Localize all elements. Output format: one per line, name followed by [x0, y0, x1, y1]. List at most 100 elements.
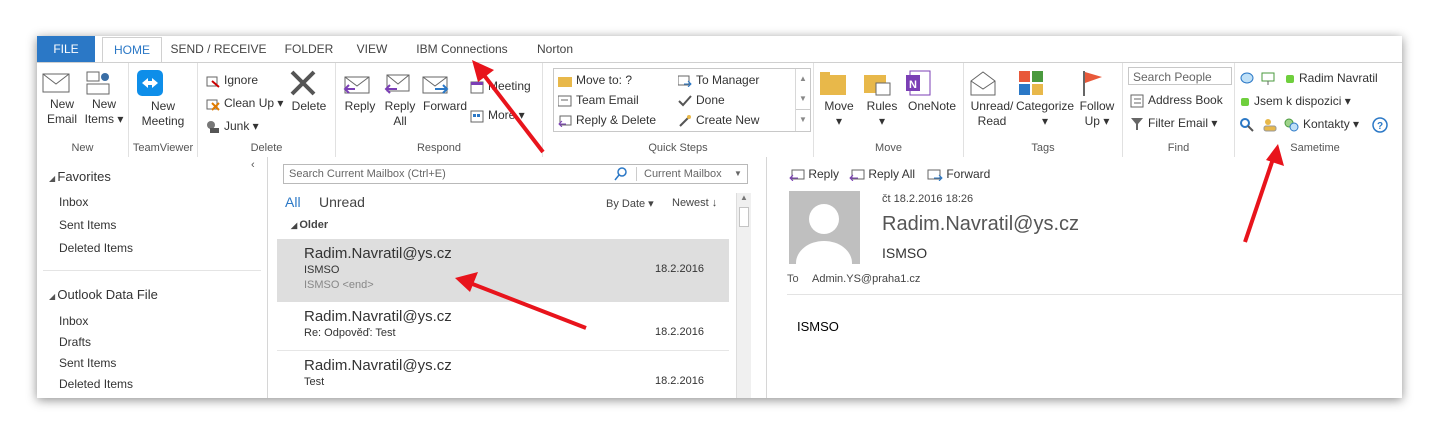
sametime-meeting-button[interactable]	[1262, 115, 1282, 133]
tab-send-receive[interactable]: SEND / RECEIVE	[167, 36, 270, 62]
group-label-find: Find	[1167, 142, 1190, 154]
presentation-icon-button[interactable]	[1261, 69, 1279, 87]
reply-delete-icon	[558, 115, 572, 127]
qs-move-to[interactable]: Move to: ?	[558, 71, 632, 89]
nav-item-inbox[interactable]: Inbox	[59, 195, 88, 209]
group-move: Move ▾ Rules ▾ N OneNote Move	[814, 63, 964, 157]
collapse-pane-icon[interactable]: ‹	[251, 159, 255, 171]
group-label-new: New	[71, 142, 94, 154]
move-button[interactable]: Move ▾	[818, 69, 860, 129]
scroll-thumb[interactable]	[739, 207, 749, 227]
nav-item-df-drafts[interactable]: Drafts	[59, 335, 91, 349]
data-file-header[interactable]: ◢ Outlook Data File	[49, 287, 158, 302]
message-sender: Radim.Navratil@ys.cz	[304, 245, 452, 262]
categorize-button[interactable]: Categorize ▾	[1016, 69, 1074, 129]
tab-folder[interactable]: FOLDER	[280, 36, 338, 62]
ignore-button[interactable]: Ignore	[206, 71, 258, 89]
scroll-up-icon[interactable]: ▲	[796, 69, 810, 89]
sametime-search-button[interactable]	[1240, 115, 1258, 133]
quick-steps-scroll[interactable]: ▲ ▼ ▼	[795, 69, 810, 131]
filter-email-button[interactable]: Filter Email ▾	[1130, 114, 1217, 132]
tab-file[interactable]: FILE	[37, 36, 95, 62]
chat-icon-button[interactable]	[1240, 69, 1258, 87]
scroll-up-icon[interactable]: ▲	[737, 193, 751, 205]
ignore-icon	[206, 74, 220, 88]
expand-gallery-icon[interactable]: ▼	[796, 109, 810, 130]
status-available-icon	[1240, 97, 1250, 107]
tab-home[interactable]: HOME	[102, 37, 162, 64]
scroll-down-icon[interactable]: ▼	[796, 89, 810, 109]
clean-up-button[interactable]: Clean Up ▾	[206, 94, 283, 112]
meeting-label: Meeting	[488, 79, 531, 93]
tab-norton[interactable]: Norton	[527, 36, 583, 62]
search-icon[interactable]	[614, 165, 628, 183]
reading-reply-button[interactable]: Reply	[789, 167, 839, 181]
help-button[interactable]: ?	[1372, 115, 1392, 133]
sametime-user[interactable]: Radim Navratil	[1285, 69, 1378, 87]
onenote-icon: N	[904, 69, 960, 97]
qs-done-label: Done	[696, 93, 725, 107]
reading-reply-all-button[interactable]: Reply All	[849, 167, 915, 181]
qs-reply-delete[interactable]: Reply & Delete	[558, 111, 656, 129]
message-row[interactable]: Radim.Navratil@ys.cz Test 18.2.2016	[277, 351, 729, 398]
message-date: 18.2.2016	[655, 326, 704, 338]
address-book-button[interactable]: Address Book	[1130, 91, 1223, 109]
qs-create-new[interactable]: Create New	[678, 111, 759, 129]
nav-item-df-sent[interactable]: Sent Items	[59, 356, 116, 370]
search-scope-dropdown[interactable]: Current Mailbox	[644, 165, 722, 183]
forward-button[interactable]: Forward	[421, 69, 469, 114]
mailbox-search-input[interactable]: Search Current Mailbox (Ctrl+E)	[289, 165, 446, 183]
sort-by-dropdown[interactable]: By Date ▾	[606, 197, 654, 210]
delete-button[interactable]: Delete	[288, 69, 330, 114]
status-green-icon	[1285, 74, 1295, 84]
reading-sender[interactable]: Radim.Navratil@ys.cz	[882, 213, 1079, 236]
new-email-button[interactable]: New Email	[41, 69, 83, 127]
onenote-button[interactable]: N OneNote	[904, 69, 960, 114]
unread-read-button[interactable]: Unread/ Read	[968, 69, 1016, 129]
reply-button[interactable]: Reply	[341, 69, 379, 114]
reply-label: Reply	[344, 99, 376, 113]
group-header-older[interactable]: ◢ Older	[291, 219, 328, 231]
scope-dropdown-icon[interactable]: ▼	[734, 165, 742, 183]
filter-all-tab[interactable]: All	[285, 194, 301, 210]
message-list-scrollbar[interactable]: ▲	[736, 193, 751, 398]
forward-icon	[927, 169, 943, 181]
qs-done[interactable]: Done	[678, 91, 725, 109]
rules-button[interactable]: Rules ▾	[862, 69, 902, 129]
people-icon	[1262, 118, 1278, 132]
favorites-header[interactable]: ◢ Favorites	[49, 169, 111, 184]
nav-item-df-inbox[interactable]: Inbox	[59, 314, 88, 328]
nav-item-sent[interactable]: Sent Items	[59, 218, 116, 232]
nav-item-deleted[interactable]: Deleted Items	[59, 241, 133, 255]
message-subject: Test	[304, 376, 325, 388]
to-recipient[interactable]: Admin.YS@praha1.cz	[812, 273, 920, 285]
more-button[interactable]: More ▾	[470, 106, 525, 124]
move-dropdown-icon: ▾	[835, 114, 843, 128]
sametime-status-dropdown[interactable]: Jsem k dispozici ▾	[1240, 92, 1351, 110]
message-sender: Radim.Navratil@ys.cz	[304, 308, 452, 325]
filter-unread-tab[interactable]: Unread	[319, 194, 365, 210]
data-file-label: Outlook Data File	[57, 287, 158, 302]
message-subject: ISMSO	[304, 264, 340, 276]
qs-to-manager[interactable]: To Manager	[678, 71, 759, 89]
tab-view[interactable]: VIEW	[349, 36, 395, 62]
follow-up-button[interactable]: Follow Up ▾	[1076, 69, 1118, 129]
qs-move-to-label: Move to: ?	[576, 73, 633, 87]
meeting-button[interactable]: Meeting	[470, 77, 531, 95]
reply-all-button[interactable]: Reply All	[381, 69, 419, 129]
reading-forward-button[interactable]: Forward	[927, 167, 990, 181]
sort-order-toggle[interactable]: Newest ↓	[672, 197, 717, 209]
search-people-input[interactable]: Search People	[1128, 67, 1232, 85]
message-row[interactable]: Radim.Navratil@ys.cz Re: Odpověď: Test 1…	[277, 302, 729, 351]
chat-bubble-icon	[1240, 72, 1254, 86]
qs-team-email[interactable]: Team Email	[558, 91, 639, 109]
new-items-button[interactable]: New Items ▾	[83, 69, 125, 127]
contacts-dropdown[interactable]: Kontakty ▾	[1283, 115, 1359, 133]
new-meeting-button[interactable]: New Meeting	[135, 69, 191, 129]
ribbon-tab-bar: FILE HOME SEND / RECEIVE FOLDER VIEW IBM…	[37, 36, 1402, 64]
message-row[interactable]: Radim.Navratil@ys.cz ISMSO ISMSO <end> 1…	[277, 239, 729, 302]
nav-item-df-deleted[interactable]: Deleted Items	[59, 377, 133, 391]
tab-ibm-connections[interactable]: IBM Connections	[407, 36, 517, 62]
mailbox-search-box[interactable]: Search Current Mailbox (Ctrl+E) Current …	[283, 164, 748, 184]
junk-button[interactable]: Junk ▾	[206, 117, 259, 135]
